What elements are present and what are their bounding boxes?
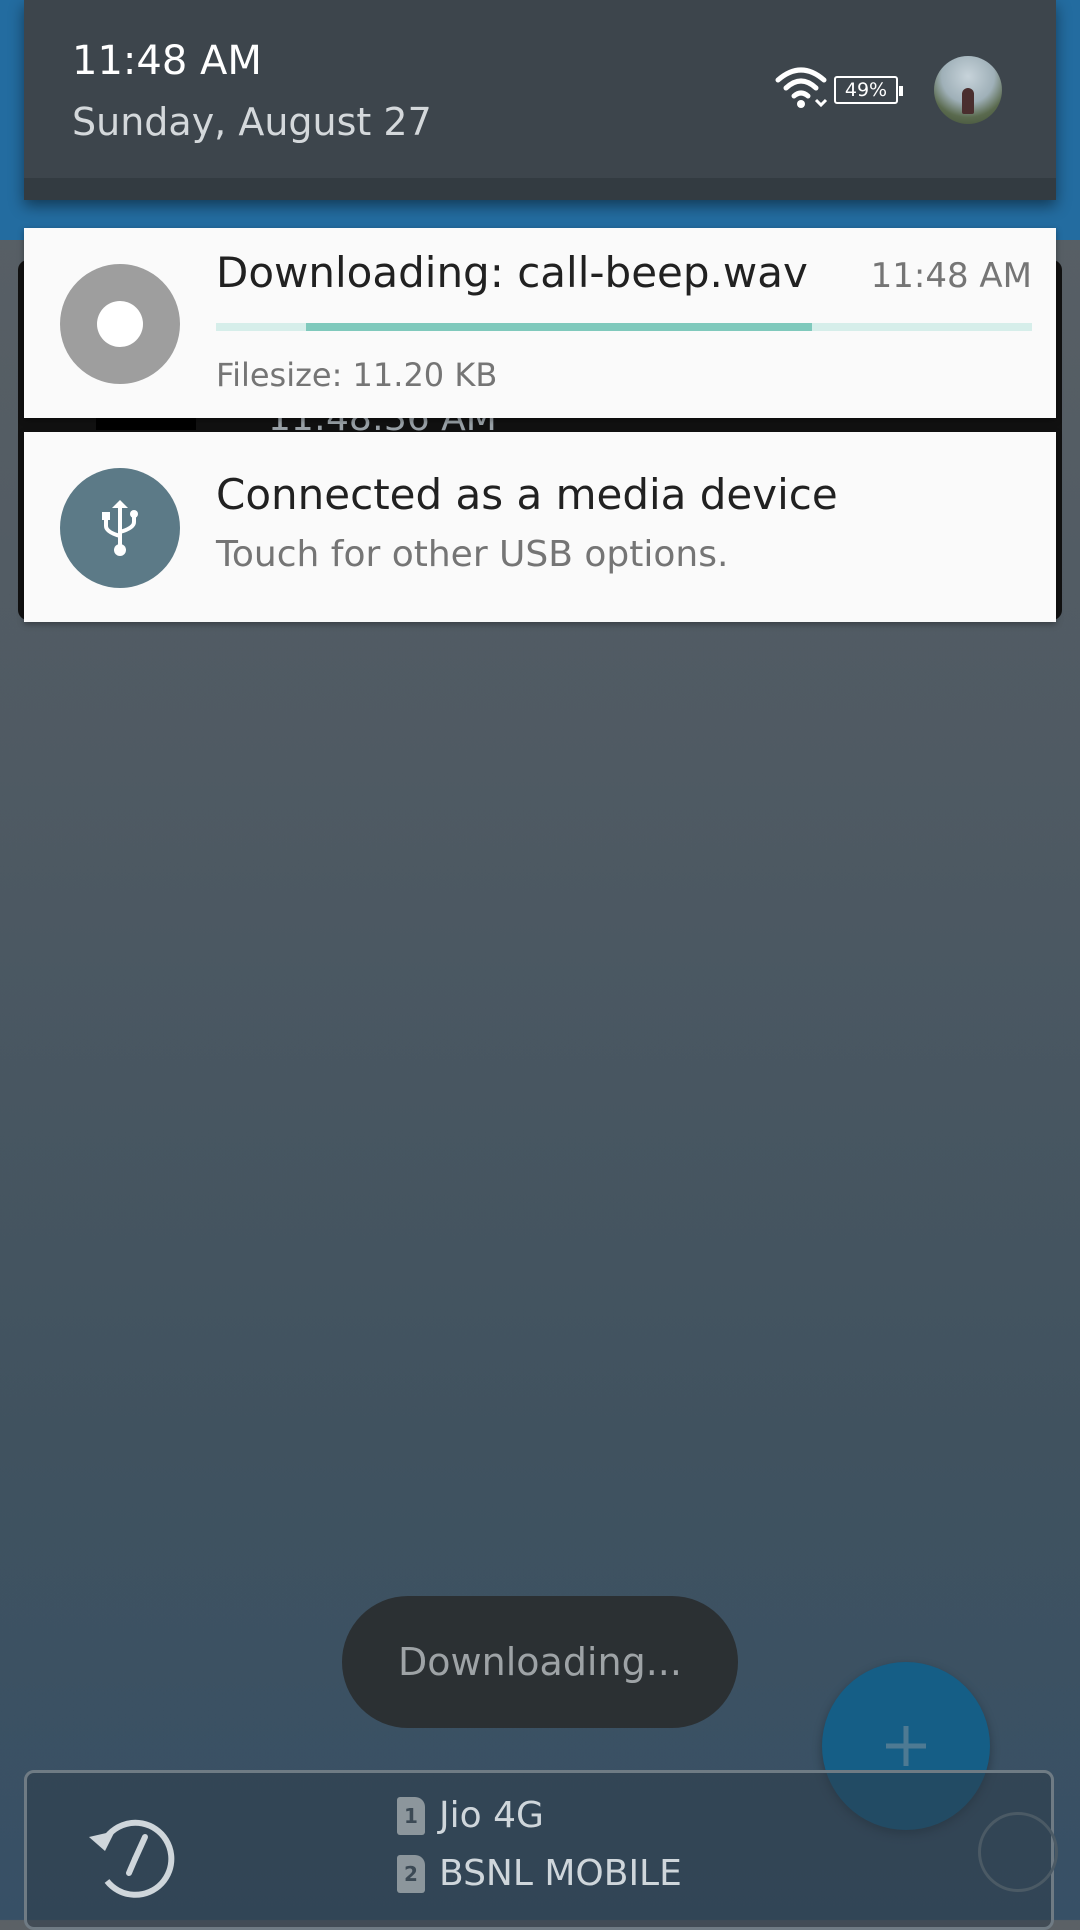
history-icon[interactable] [81, 1803, 185, 1907]
notification-title: Connected as a media device [216, 470, 838, 519]
sim2-carrier: 2 BSNL MOBILE [397, 1853, 682, 1894]
sim-card-icon: 1 [397, 1796, 425, 1835]
sim2-label: BSNL MOBILE [439, 1853, 682, 1894]
notification-title: Downloading: call-beep.wav [216, 248, 808, 297]
downloading-toast: Downloading... [342, 1596, 738, 1728]
sim1-carrier: 1 Jio 4G [397, 1795, 544, 1836]
home-circle-button[interactable] [978, 1812, 1058, 1892]
notification-shade-header: 11:48 AM Sunday, August 27 49% [24, 0, 1056, 200]
battery-indicator: 49% [834, 76, 903, 104]
notification-text: Touch for other USB options. [216, 534, 729, 575]
user-avatar[interactable] [934, 56, 1002, 124]
usb-icon [60, 468, 180, 588]
notification-time: 11:48 AM [870, 256, 1032, 296]
download-disc-icon [60, 264, 180, 384]
download-progress-fill [305, 323, 812, 331]
usb-notification[interactable]: Connected as a media device Touch for ot… [24, 432, 1056, 622]
plus-icon [886, 1726, 926, 1766]
battery-percent: 49% [844, 79, 888, 101]
date[interactable]: Sunday, August 27 [72, 100, 432, 144]
notification-filesize: Filesize: 11.20 KB [216, 356, 498, 394]
download-progress-bar [216, 323, 1032, 331]
sim1-label: Jio 4G [439, 1795, 544, 1836]
download-notification[interactable]: Downloading: call-beep.wav 11:48 AM File… [24, 228, 1056, 418]
bottom-bar: 1 Jio 4G 2 BSNL MOBILE [24, 1770, 1054, 1930]
sim-card-icon: 2 [397, 1854, 425, 1893]
clock: 11:48 AM [72, 38, 262, 84]
wifi-icon [775, 67, 828, 108]
